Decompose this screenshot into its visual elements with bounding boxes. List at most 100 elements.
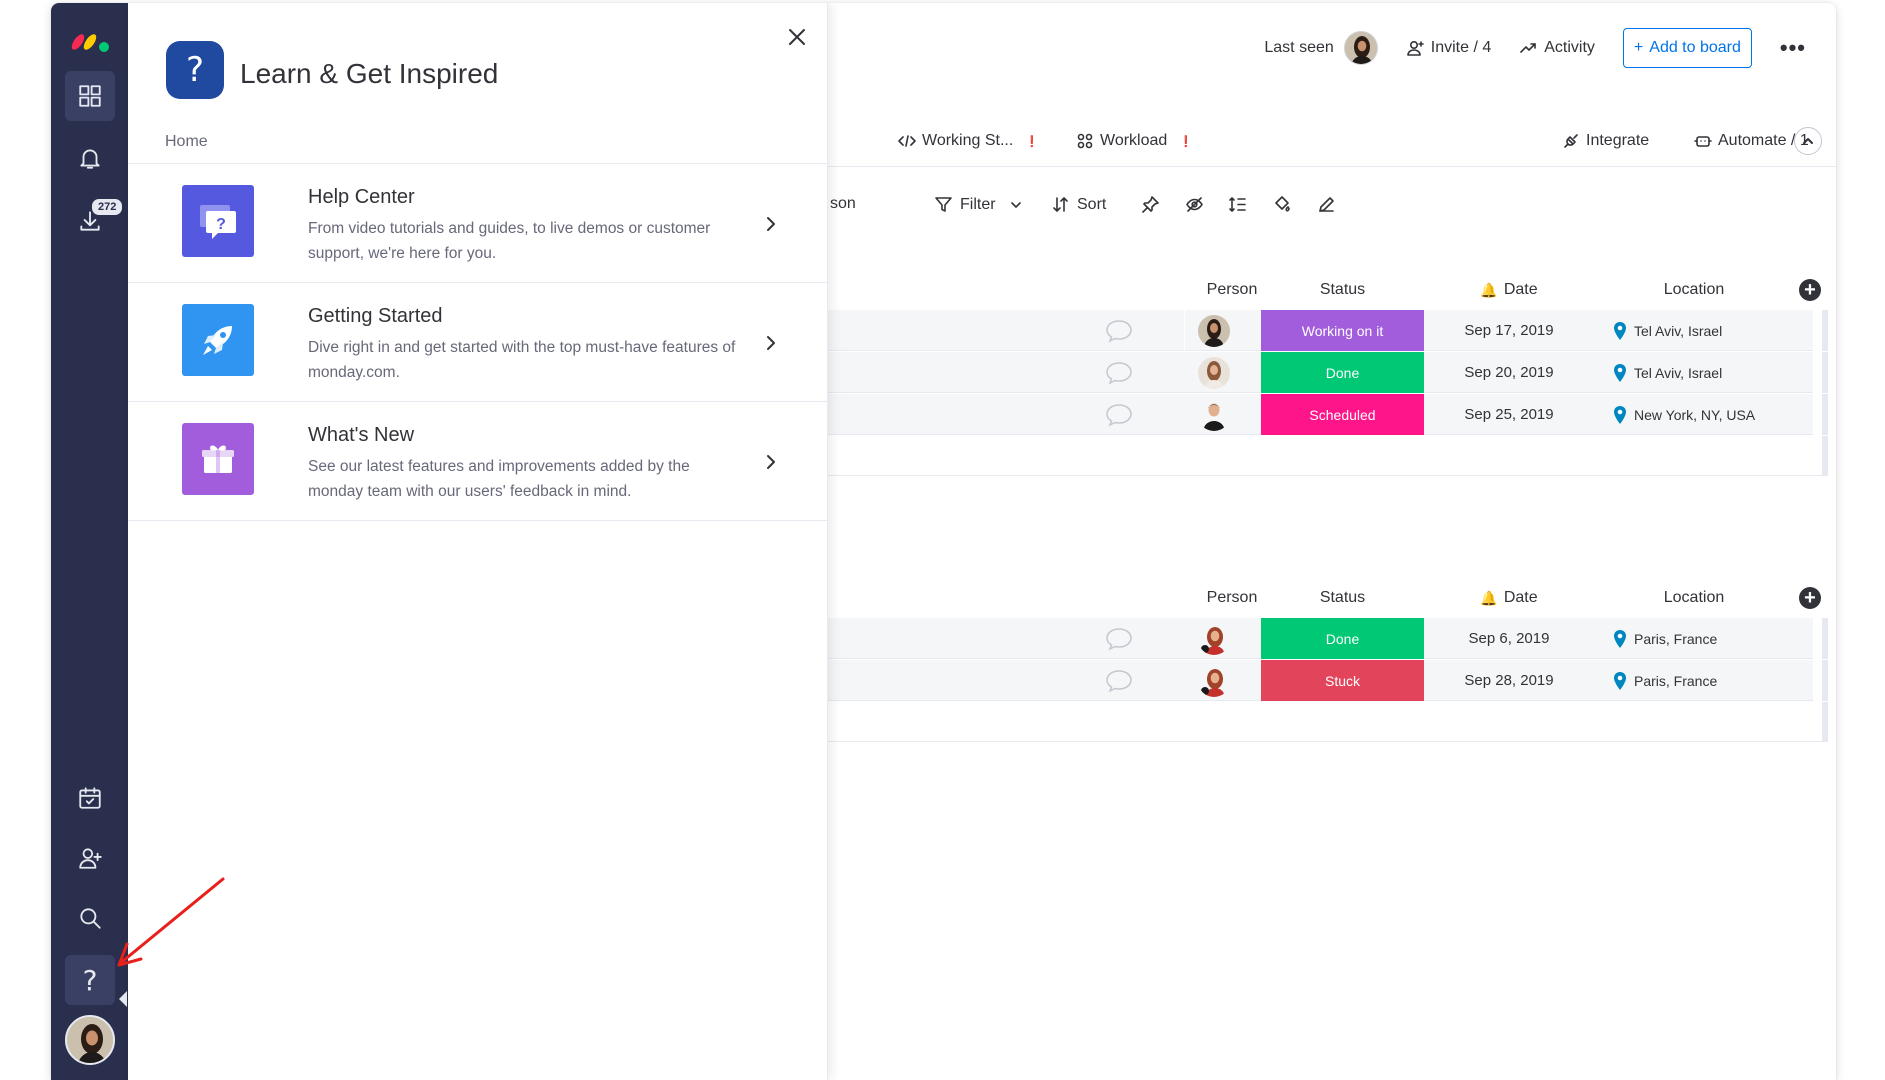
chevron-right-icon: [763, 333, 779, 353]
location-cell[interactable]: Tel Aviv, Israel: [1612, 352, 1722, 393]
hide-columns-button[interactable]: [1185, 195, 1204, 214]
add-to-board-button[interactable]: + Add to board: [1622, 28, 1752, 68]
date-cell[interactable]: Sep 25, 2019: [1424, 394, 1594, 435]
panel-question-icon: ?: [166, 41, 224, 99]
pin-columns-button[interactable]: [1141, 195, 1160, 214]
column-person[interactable]: Person: [1202, 583, 1262, 613]
activity-label: Activity: [1544, 39, 1595, 56]
user-avatar[interactable]: [65, 1015, 115, 1065]
tab-working-status[interactable]: Working St... ❗: [898, 132, 1039, 150]
my-work-button[interactable]: [65, 773, 115, 823]
location-pin-icon: [1614, 363, 1626, 382]
location-cell[interactable]: New York, NY, USA: [1612, 394, 1755, 435]
help-center-item[interactable]: ? Help Center From video tutorials and g…: [128, 164, 827, 283]
column-status[interactable]: Status: [1261, 583, 1424, 613]
location-text: Tel Aviv, Israel: [1634, 364, 1723, 381]
status-cell[interactable]: Working on it: [1261, 310, 1424, 351]
last-seen-avatar[interactable]: [1343, 31, 1378, 65]
location-cell[interactable]: Paris, France: [1612, 618, 1717, 659]
date-cell[interactable]: Sep 6, 2019: [1424, 618, 1594, 659]
board-header-actions: Last seen Invite / 4 Activity + Add to b…: [1264, 27, 1806, 69]
invite-members-button[interactable]: [65, 833, 115, 883]
filter-icon: [935, 197, 952, 212]
chevron-right-icon: [763, 452, 779, 472]
chevron-right-icon: [763, 214, 779, 234]
comment-icon[interactable]: [1104, 402, 1134, 428]
close-panel-button[interactable]: [783, 23, 811, 51]
invite-button[interactable]: Invite / 4: [1406, 39, 1491, 57]
table-row[interactable]: Done Sep 20, 2019 Tel Aviv, Israel: [828, 352, 1828, 394]
column-date[interactable]: 🔔 Date: [1424, 583, 1594, 613]
avatar[interactable]: [1198, 623, 1230, 655]
date-cell[interactable]: Sep 20, 2019: [1424, 352, 1594, 393]
avatar[interactable]: [1198, 399, 1230, 431]
integrate-button[interactable]: Integrate: [1562, 132, 1649, 150]
chat-question-icon: ?: [200, 205, 236, 239]
avatar[interactable]: [1198, 665, 1230, 697]
column-date-label: Date: [1503, 589, 1538, 606]
column-person[interactable]: Person: [1202, 275, 1262, 305]
status-cell[interactable]: Done: [1261, 352, 1424, 393]
comment-icon[interactable]: [1104, 668, 1134, 694]
calendar-check-icon: [79, 787, 101, 809]
date-cell[interactable]: Sep 17, 2019: [1424, 310, 1594, 351]
table-row[interactable]: Done Sep 6, 2019 Paris, France: [828, 618, 1828, 660]
automate-button[interactable]: Automate / 1: [1694, 132, 1809, 150]
collapse-header-button[interactable]: [1794, 127, 1822, 155]
location-cell[interactable]: Tel Aviv, Israel: [1612, 310, 1722, 351]
person-filter-button[interactable]: son: [830, 195, 856, 213]
color-button[interactable]: [1272, 195, 1291, 214]
chevron-up-icon: [1803, 138, 1813, 144]
location-text: New York, NY, USA: [1634, 406, 1756, 423]
filter-label: Filter: [960, 195, 996, 213]
table-row[interactable]: Stuck Sep 28, 2019 Paris, France: [828, 660, 1828, 702]
table-row[interactable]: Scheduled Sep 25, 2019 New York, NY, USA: [828, 394, 1828, 436]
workspaces-button[interactable]: [65, 71, 115, 121]
monday-logo[interactable]: [69, 25, 113, 55]
whats-new-item[interactable]: What's New See our latest features and i…: [128, 402, 827, 521]
learn-options-list: ? Help Center From video tutorials and g…: [128, 163, 827, 521]
help-center-tile: ?: [182, 185, 254, 257]
trend-icon: [1520, 43, 1537, 53]
breadcrumb[interactable]: Home: [165, 133, 208, 151]
add-item-row[interactable]: [828, 436, 1828, 476]
getting-started-tile: [182, 304, 254, 376]
comment-icon[interactable]: [1104, 318, 1134, 344]
more-options-button[interactable]: •••: [1780, 35, 1806, 61]
tab-workload[interactable]: Workload ❗: [1076, 132, 1193, 150]
formula-button[interactable]: [1317, 195, 1336, 214]
status-cell[interactable]: Scheduled: [1261, 394, 1424, 435]
comment-icon[interactable]: [1104, 360, 1134, 386]
date-cell[interactable]: Sep 28, 2019: [1424, 660, 1594, 701]
avatar[interactable]: [1198, 315, 1230, 347]
status-cell[interactable]: Done: [1261, 618, 1424, 659]
svg-text:?: ?: [216, 216, 226, 233]
add-column-button[interactable]: +: [1799, 587, 1821, 609]
annotation-arrow: [117, 877, 225, 967]
close-icon: [789, 29, 805, 45]
location-pin-icon: [1614, 629, 1626, 648]
location-cell[interactable]: Paris, France: [1612, 660, 1717, 701]
activity-button[interactable]: Activity: [1519, 39, 1595, 57]
search-button[interactable]: [65, 893, 115, 943]
filter-button[interactable]: Filter: [934, 195, 1023, 214]
sort-button[interactable]: Sort: [1051, 195, 1106, 214]
help-button[interactable]: ?: [65, 955, 115, 1005]
sort-label: Sort: [1077, 195, 1107, 213]
eye-off-icon: [1186, 197, 1203, 212]
getting-started-item[interactable]: Getting Started Dive right in and get st…: [128, 283, 827, 402]
column-date[interactable]: 🔔 Date: [1424, 275, 1594, 305]
column-status[interactable]: Status: [1261, 275, 1424, 305]
add-column-button[interactable]: +: [1799, 279, 1821, 301]
comment-icon[interactable]: [1104, 626, 1134, 652]
add-item-row[interactable]: [828, 702, 1828, 742]
row-height-button[interactable]: [1228, 195, 1247, 214]
notifications-button[interactable]: [65, 133, 115, 183]
avatar[interactable]: [1198, 357, 1230, 389]
table-row[interactable]: Working on it Sep 17, 2019 Tel Aviv, Isr…: [828, 310, 1828, 352]
search-icon: [80, 908, 101, 929]
status-cell[interactable]: Stuck: [1261, 660, 1424, 701]
invite-label: Invite / 4: [1430, 39, 1492, 56]
column-location[interactable]: Location: [1594, 583, 1794, 613]
column-location[interactable]: Location: [1594, 275, 1794, 305]
